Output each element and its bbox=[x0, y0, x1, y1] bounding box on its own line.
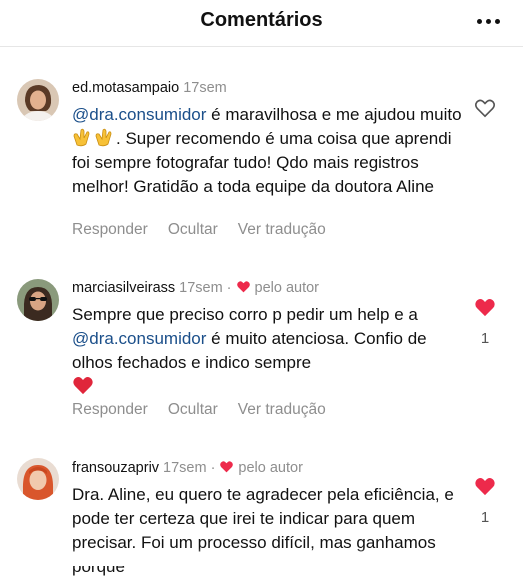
clapping-hands-icon bbox=[72, 127, 94, 147]
author-badge: pelo autor bbox=[254, 280, 320, 296]
clapping-hands-icon bbox=[94, 127, 116, 147]
avatar[interactable] bbox=[17, 279, 59, 321]
comment-actions: Responder Ocultar Ver tradução bbox=[72, 401, 346, 419]
timestamp: 17sem bbox=[163, 460, 207, 476]
reply-button[interactable]: Responder bbox=[72, 221, 148, 238]
author-liked-heart-icon bbox=[236, 280, 251, 293]
author-badge: pelo autor bbox=[238, 460, 303, 476]
page-title: Comentários bbox=[200, 9, 323, 31]
comment-meta: marciasilveirass 17sem · pelo autor bbox=[72, 280, 320, 296]
username[interactable]: marciasilveirass bbox=[72, 280, 175, 296]
see-translation-button[interactable]: Ver tradução bbox=[238, 401, 326, 418]
avatar[interactable] bbox=[17, 458, 59, 500]
like-button[interactable] bbox=[474, 98, 496, 118]
comment-actions: Responder Ocultar Ver tradução bbox=[72, 221, 346, 239]
author-liked-heart-icon bbox=[219, 460, 234, 473]
reply-button[interactable]: Responder bbox=[72, 401, 148, 418]
timestamp: 17sem bbox=[183, 80, 227, 96]
more-options-icon[interactable] bbox=[477, 19, 501, 27]
comment-text: Sempre que preciso corro p pedir um help… bbox=[72, 303, 462, 399]
comment-meta: fransouzapriv 17sem · pelo autor bbox=[72, 460, 303, 476]
mention-link[interactable]: @dra.consumidor bbox=[72, 329, 206, 348]
hide-button[interactable]: Ocultar bbox=[168, 221, 218, 238]
like-count: 1 bbox=[480, 509, 490, 526]
header: Comentários bbox=[0, 0, 523, 47]
scroll-fade bbox=[0, 548, 523, 566]
comment-meta: ed.motasampaio 17sem bbox=[72, 79, 227, 97]
like-count: 1 bbox=[480, 330, 490, 347]
see-translation-button[interactable]: Ver tradução bbox=[238, 221, 326, 238]
username[interactable]: ed.motasampaio bbox=[72, 80, 179, 96]
like-button[interactable] bbox=[474, 297, 496, 317]
like-button[interactable] bbox=[474, 476, 496, 496]
timestamp: 17sem bbox=[179, 280, 223, 296]
avatar[interactable] bbox=[17, 79, 59, 121]
mention-link[interactable]: @dra.consumidor bbox=[72, 105, 206, 124]
hide-button[interactable]: Ocultar bbox=[168, 401, 218, 418]
comment-text: @dra.consumidor é maravilhosa e me ajudo… bbox=[72, 105, 462, 196]
red-heart-icon bbox=[72, 375, 94, 395]
username[interactable]: fransouzapriv bbox=[72, 460, 159, 476]
